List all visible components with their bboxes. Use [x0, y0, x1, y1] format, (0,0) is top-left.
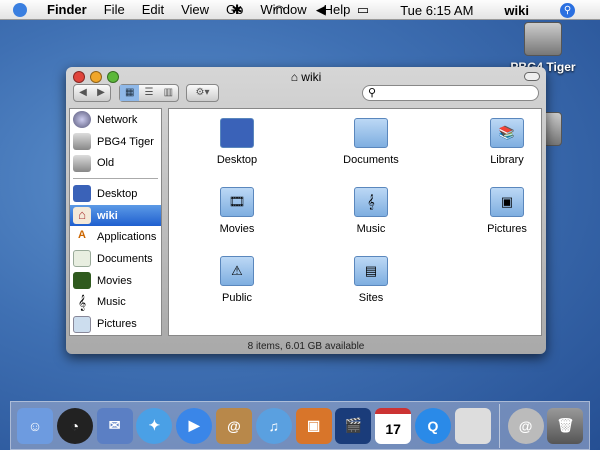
home-icon: ⌂: [290, 70, 302, 84]
sidebar-divider: [73, 178, 158, 180]
wifi-icon[interactable]: ◠: [274, 2, 285, 18]
dock-downloads[interactable]: @: [507, 407, 544, 444]
sites-folder-icon: ▤: [354, 256, 388, 286]
dock-ichat[interactable]: ▶: [176, 407, 213, 444]
item-desktop[interactable]: Desktop: [182, 118, 292, 166]
dock-iphoto[interactable]: ▣: [295, 407, 332, 444]
sidebar-item-movies[interactable]: Movies: [70, 270, 161, 292]
network-icon: [73, 111, 91, 129]
item-music[interactable]: 𝄞 Music: [316, 187, 426, 235]
list-view-button[interactable]: ☰: [139, 85, 158, 101]
desktop-icon: [73, 185, 91, 203]
movies-folder-icon: 🎞: [220, 187, 254, 217]
bluetooth-icon[interactable]: ✱: [232, 2, 243, 18]
sidebar-item-desktop[interactable]: Desktop: [70, 183, 161, 205]
dock-ical[interactable]: 17: [375, 407, 412, 444]
sidebar-item-pictures[interactable]: Pictures: [70, 313, 161, 335]
sidebar-item-documents[interactable]: Documents: [70, 248, 161, 270]
dock-system-preferences[interactable]: [454, 407, 491, 444]
column-view-button[interactable]: ▥: [159, 85, 178, 101]
sidebar-item-network[interactable]: Network: [70, 109, 161, 131]
dock-address-book[interactable]: @: [215, 407, 252, 444]
pictures-icon: [73, 315, 91, 333]
menu-view[interactable]: View: [181, 2, 209, 17]
toolbar-toggle-button[interactable]: [524, 72, 540, 81]
dock: ☺ ◔ ✉ ✦ ▶ @ ♫ ▣ 🎬 17 Q @ 🗑: [10, 401, 590, 450]
library-folder-icon: 📚: [490, 118, 524, 148]
battery-icon[interactable]: ▭: [357, 2, 369, 18]
desktop-folder-icon: [220, 118, 254, 148]
dock-itunes[interactable]: ♫: [255, 407, 292, 444]
back-button[interactable]: ◀: [74, 85, 92, 101]
volume-icon[interactable]: ◀: [316, 2, 326, 18]
music-folder-icon: 𝄞: [354, 187, 388, 217]
sidebar-item-wiki[interactable]: ⌂ wiki: [70, 204, 161, 227]
item-pictures[interactable]: ▣ Pictures: [452, 187, 562, 235]
user-menu[interactable]: wiki: [504, 3, 529, 18]
home-icon: ⌂: [73, 207, 91, 225]
dock-dashboard[interactable]: ◔: [56, 407, 93, 444]
hard-drive-icon: [73, 133, 91, 151]
sidebar-item-old[interactable]: Old: [70, 152, 161, 174]
spotlight-icon[interactable]: ⚲: [560, 2, 575, 18]
documents-icon: [73, 250, 91, 268]
menu-edit[interactable]: Edit: [142, 2, 164, 17]
dock-divider: [498, 403, 500, 448]
hard-drive-icon: [73, 154, 91, 172]
item-public[interactable]: ⚠ Public: [182, 256, 292, 304]
item-sites[interactable]: ▤ Sites: [316, 256, 426, 304]
search-field[interactable]: ⚲: [362, 85, 539, 101]
pictures-folder-icon: ▣: [490, 187, 524, 217]
forward-button[interactable]: ▶: [92, 85, 110, 101]
file-browser: Desktop Documents 📚 Library 🎞 Movies 𝄞 Musi…: [168, 108, 542, 336]
status-bar: 8 items, 6.01 GB available: [247, 341, 365, 352]
dock-finder[interactable]: ☺: [17, 407, 53, 444]
action-menu-button[interactable]: ⚙▾: [186, 84, 219, 102]
finder-window: ⌂ wiki ◀ ▶ ▦ ☰ ▥ ⚙▾ ⚲ Network PBG4 Tiger Ol…: [66, 67, 546, 354]
dock-quicktime[interactable]: Q: [414, 407, 451, 444]
movies-icon: [73, 272, 91, 290]
music-icon: 𝄞: [77, 293, 87, 310]
window-title: ⌂ wiki: [290, 70, 322, 84]
back-forward-buttons: ◀ ▶: [73, 84, 111, 102]
item-documents[interactable]: Documents: [316, 118, 426, 166]
documents-folder-icon: [354, 118, 388, 148]
hard-drive-icon: [524, 22, 562, 56]
item-movies[interactable]: 🎞 Movies: [182, 187, 292, 235]
dock-trash[interactable]: 🗑: [547, 407, 584, 444]
sidebar: Network PBG4 Tiger Old Desktop ⌂ wiki A Ap…: [69, 108, 162, 336]
sidebar-item-music[interactable]: 𝄞 Music: [70, 292, 161, 314]
applications-icon: A: [78, 228, 86, 241]
gear-icon: ⚙▾: [195, 87, 210, 98]
clock[interactable]: Tue 6:15 AM: [400, 3, 473, 18]
dock-mail[interactable]: ✉: [96, 407, 133, 444]
view-switcher: ▦ ☰ ▥: [119, 84, 179, 102]
dock-safari[interactable]: ✦: [136, 407, 173, 444]
search-icon: ⚲: [368, 87, 377, 99]
menu-file[interactable]: File: [104, 2, 125, 17]
icon-view-button[interactable]: ▦: [120, 85, 140, 101]
menu-app-finder[interactable]: Finder: [47, 2, 87, 17]
apple-menu-icon[interactable]: [13, 2, 27, 17]
sidebar-item-applications[interactable]: A Applications: [70, 226, 161, 248]
dock-imovie[interactable]: 🎬: [335, 407, 372, 444]
public-folder-icon: ⚠: [220, 256, 254, 286]
item-library[interactable]: 📚 Library: [452, 118, 562, 166]
menu-bar: Finder File Edit View Go Window Help ✱ ◠…: [0, 0, 600, 20]
sidebar-item-pbg4-tiger[interactable]: PBG4 Tiger: [70, 131, 161, 153]
